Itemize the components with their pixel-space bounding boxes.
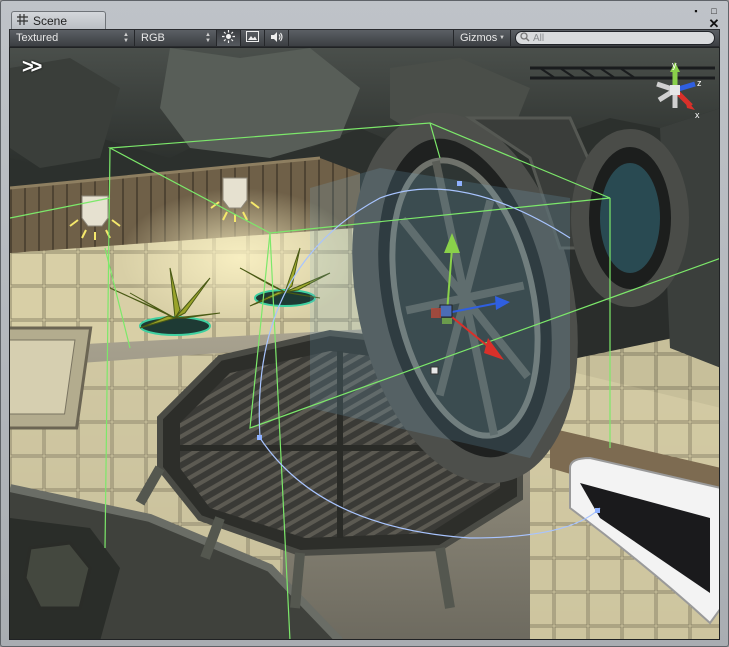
draw-mode-dropdown[interactable]: Textured ▲ ▼ <box>10 30 135 46</box>
window-controls: ▪ □ ✕ <box>690 7 720 31</box>
image-icon <box>246 31 259 45</box>
window-titlebar: Scene ▪ □ ✕ <box>1 1 728 30</box>
sun-icon <box>222 30 235 46</box>
search-placeholder: All <box>533 32 545 44</box>
scene-viewport[interactable]: >> y z x <box>9 47 720 640</box>
dropdown-arrows-icon: ▲ ▼ <box>205 32 211 44</box>
scene-lighting-toggle[interactable] <box>217 30 241 46</box>
draw-mode-value: Textured <box>16 32 59 44</box>
scene-render <box>10 48 719 639</box>
dropdown-arrows-icon: ▲ ▼ <box>123 32 129 44</box>
search-input[interactable]: All <box>515 31 715 45</box>
axis-z-label: z <box>697 78 702 88</box>
scene-audio-toggle[interactable] <box>265 30 289 46</box>
camera-move-indicator: >> <box>22 56 42 78</box>
maximize-icon[interactable]: □ <box>708 7 720 16</box>
dropdown-arrow-icon: ▼ <box>499 35 505 41</box>
gizmos-dropdown[interactable]: Gizmos ▼ <box>453 30 511 46</box>
scene-image-toggle[interactable] <box>241 30 265 46</box>
scene-window: Scene ▪ □ ✕ Textured ▲ ▼ RGB ▲ ▼ Gizmos … <box>0 0 729 647</box>
speaker-icon <box>270 31 284 46</box>
axis-x-label: x <box>695 110 700 120</box>
orientation-gizmo[interactable]: y z x <box>645 60 705 122</box>
axis-y-label: y <box>672 60 677 70</box>
gizmos-label: Gizmos <box>460 32 498 44</box>
scene-grid-icon <box>17 14 28 28</box>
menu-icon[interactable]: ▪ <box>690 7 702 16</box>
search-icon <box>520 31 530 45</box>
scene-tab-label: Scene <box>33 14 68 28</box>
render-mode-dropdown[interactable]: RGB ▲ ▼ <box>135 30 217 46</box>
scene-tab[interactable]: Scene <box>11 11 106 30</box>
scene-toolbar: Textured ▲ ▼ RGB ▲ ▼ Gizmos ▼ All <box>9 29 720 47</box>
render-mode-value: RGB <box>141 32 165 44</box>
